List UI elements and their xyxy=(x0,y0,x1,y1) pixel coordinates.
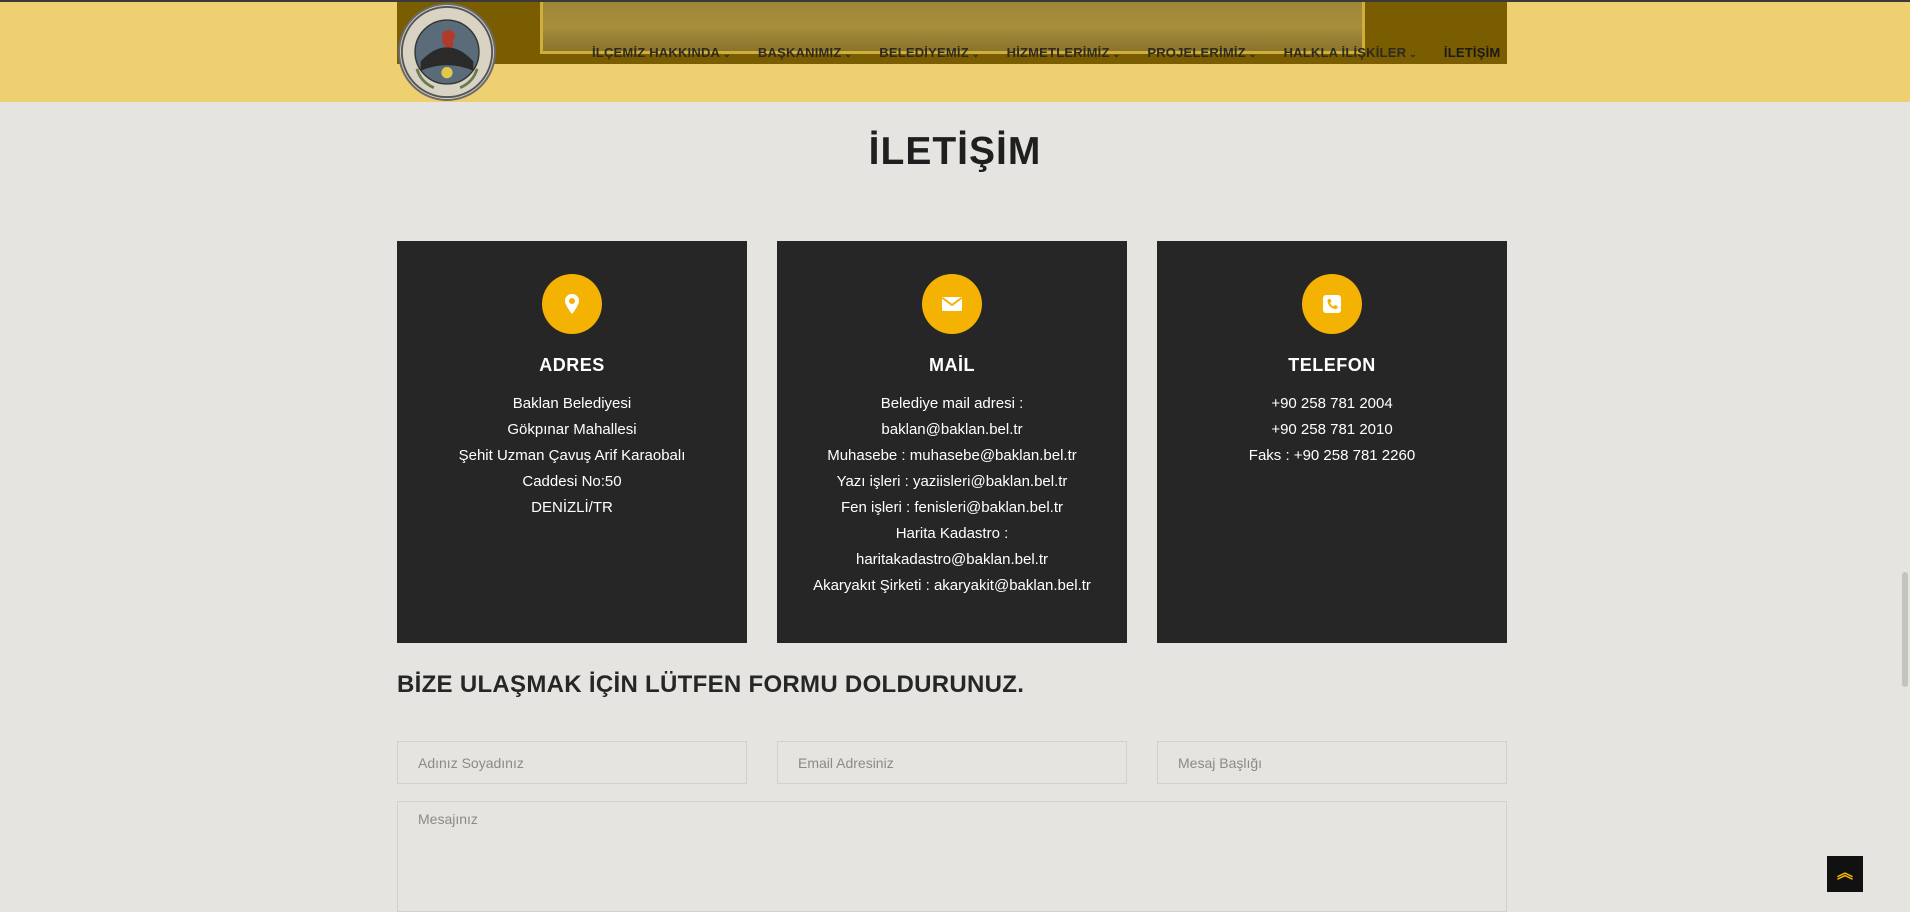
mail-link[interactable]: Muhasebe : muhasebe@baklan.bel.tr xyxy=(777,443,1127,469)
nav-label: PROJELERİMİZ xyxy=(1147,44,1246,60)
nav-label: BELEDİYEMİZ xyxy=(879,44,969,60)
mail-line: Harita Kadastro : xyxy=(895,525,1009,542)
subject-input[interactable] xyxy=(1157,741,1507,784)
nav-item-projelerimiz[interactable]: PROJELERİMİZ ⌄ xyxy=(1147,45,1256,60)
contact-card-mail: MAİL Belediye mail adresi : baklan@bakla… xyxy=(777,241,1127,643)
nav-item-baskanimiz[interactable]: BAŞKANIMIZ ⌄ xyxy=(758,45,852,60)
contact-card-address: ADRES Baklan Belediyesi Gökpınar Mahalle… xyxy=(397,241,747,643)
mail-link[interactable]: Akaryakıt Şirketi : akaryakit@baklan.bel… xyxy=(777,573,1127,599)
nav-label: İLÇEMİZ HAKKINDA xyxy=(592,44,721,60)
card-lines: Baklan Belediyesi Gökpınar Mahallesi Şeh… xyxy=(397,391,747,521)
nav-label: BAŞKANIMIZ xyxy=(757,44,842,60)
nav-label: HALKLA İLİŞKİLER xyxy=(1283,44,1407,60)
card-title: TELEFON xyxy=(1288,355,1376,375)
page-title: İLETİŞİM xyxy=(868,130,1042,173)
page-scrollbar[interactable] xyxy=(1900,102,1910,912)
municipality-seal-icon xyxy=(400,5,494,99)
nav-item-ilcemiz-hakkinda[interactable]: İLÇEMİZ HAKKINDA ⌄ xyxy=(592,45,731,60)
nav-item-belediyemiz[interactable]: BELEDİYEMİZ ⌄ xyxy=(879,45,979,60)
mail-link[interactable]: baklan@baklan.bel.tr xyxy=(777,417,1127,443)
address-line: Baklan Belediyesi xyxy=(512,395,632,412)
nav-label: HİZMETLERİMİZ xyxy=(1006,44,1110,60)
fax-line: Faks : +90 258 781 2260 xyxy=(1248,447,1416,464)
chevron-down-icon: ⌄ xyxy=(723,48,731,59)
nav-label: İLETİŞİM xyxy=(1443,44,1501,60)
chevron-down-icon: ⌄ xyxy=(844,48,853,59)
nav-item-hizmetlerimiz[interactable]: HİZMETLERİMİZ ⌄ xyxy=(1007,45,1121,60)
address-line: Caddesi No:50 xyxy=(522,473,622,490)
message-textarea[interactable] xyxy=(397,801,1507,912)
card-lines: +90 258 781 2004 +90 258 781 2010 Faks :… xyxy=(1157,391,1507,469)
icon-circle xyxy=(1302,274,1362,334)
phone-icon xyxy=(1323,295,1341,313)
mail-line: Belediye mail adresi : xyxy=(880,395,1024,412)
email-input[interactable] xyxy=(777,741,1127,784)
address-line: Şehit Uzman Çavuş Arif Karaobalı xyxy=(458,447,686,464)
mail-link[interactable]: Yazı işleri : yaziisleri@baklan.bel.tr xyxy=(777,469,1127,495)
chevron-down-icon: ⌄ xyxy=(1248,48,1257,59)
main-nav: İLÇEMİZ HAKKINDA ⌄ BAŞKANIMIZ ⌄ BELEDİYEMİ… xyxy=(592,42,1500,62)
chevron-down-icon: ⌄ xyxy=(1112,48,1121,59)
mail-link[interactable]: haritakadastro@baklan.bel.tr xyxy=(777,547,1127,573)
icon-circle xyxy=(542,274,602,334)
address-line: Gökpınar Mahallesi xyxy=(507,421,637,438)
double-chevron-up-icon: ︽ xyxy=(1836,865,1853,882)
phone-line[interactable]: +90 258 781 2010 xyxy=(1157,417,1507,443)
icon-circle xyxy=(922,274,982,334)
nav-item-halkla-iliskiler[interactable]: HALKLA İLİŞKİLER ⌄ xyxy=(1284,45,1417,60)
chevron-down-icon: ⌄ xyxy=(971,48,980,59)
contact-card-phone: TELEFON +90 258 781 2004 +90 258 781 201… xyxy=(1157,241,1507,643)
envelope-icon xyxy=(941,297,963,311)
name-input[interactable] xyxy=(397,741,747,784)
nav-item-iletisim[interactable]: İLETİŞİM xyxy=(1444,45,1501,60)
municipality-logo[interactable] xyxy=(398,3,496,101)
card-lines: Belediye mail adresi : baklan@baklan.bel… xyxy=(777,391,1127,599)
address-line: DENİZLİ/TR xyxy=(531,499,613,516)
form-title: BİZE ULAŞMAK İÇİN LÜTFEN FORMU DOLDURUNU… xyxy=(397,671,1025,698)
map-pin-icon xyxy=(565,294,579,314)
chevron-down-icon: ⌄ xyxy=(1409,48,1417,59)
scrollbar-thumb[interactable] xyxy=(1902,572,1908,687)
card-title: MAİL xyxy=(929,355,975,375)
phone-line[interactable]: +90 258 781 2004 xyxy=(1157,391,1507,417)
scroll-to-top-button[interactable]: ︽ xyxy=(1827,856,1863,892)
mail-link[interactable]: Fen işleri : fenisleri@baklan.bel.tr xyxy=(777,495,1127,521)
card-title: ADRES xyxy=(539,355,605,375)
